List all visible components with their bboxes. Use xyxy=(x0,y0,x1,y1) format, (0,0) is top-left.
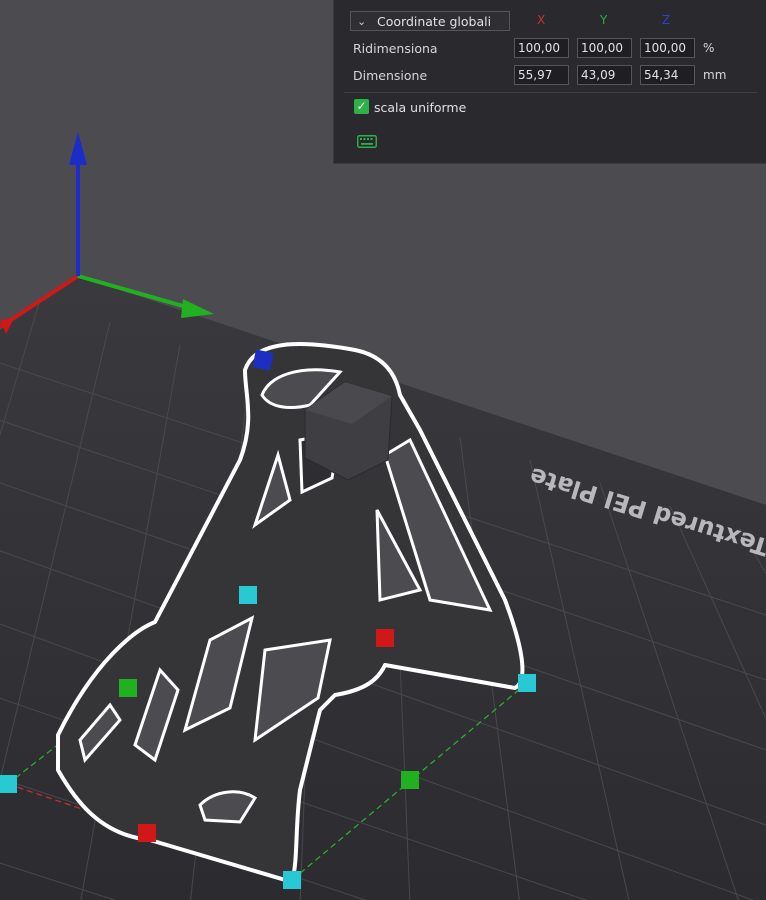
axis-header-z: Z xyxy=(662,13,671,27)
scale-handle-corner[interactable] xyxy=(0,775,17,793)
size-z-input[interactable]: 54,34 xyxy=(640,65,695,85)
chevron-down-icon: ⌄ xyxy=(357,14,367,28)
scale-handle-corner[interactable] xyxy=(239,586,257,604)
size-x-input[interactable]: 55,97 xyxy=(514,65,569,85)
axis-header-y: Y xyxy=(600,13,608,27)
scale-row-label: Ridimensiona xyxy=(353,41,438,56)
size-row-label: Dimensione xyxy=(353,68,428,83)
scale-handle-x[interactable] xyxy=(138,824,156,842)
scale-unit: % xyxy=(703,41,715,55)
size-unit: mm xyxy=(703,68,727,82)
uniform-scale-checkbox[interactable]: ✓ xyxy=(354,99,369,114)
scale-handle-z[interactable] xyxy=(252,349,274,371)
scale-handle-y[interactable] xyxy=(401,771,419,789)
axis-header-x: X xyxy=(537,13,546,27)
scale-x-input[interactable]: 100,00 xyxy=(514,38,569,58)
size-y-input[interactable]: 43,09 xyxy=(577,65,632,85)
coordinate-system-label: Coordinate globali xyxy=(377,13,492,29)
uniform-scale-label: scala uniforme xyxy=(374,100,467,115)
keyboard-icon[interactable] xyxy=(357,135,377,148)
scale-y-input[interactable]: 100,00 xyxy=(577,38,632,58)
coordinate-system-dropdown[interactable]: ⌄ Coordinate globali xyxy=(350,11,510,31)
scale-handle-y[interactable] xyxy=(119,679,137,697)
scale-handle-x[interactable] xyxy=(376,629,394,647)
scale-handle-corner[interactable] xyxy=(283,871,301,889)
scale-z-input[interactable]: 100,00 xyxy=(640,38,695,58)
scale-handle-corner[interactable] xyxy=(518,674,536,692)
panel-divider xyxy=(344,92,757,93)
scale-tool-panel: ⌄ Coordinate globali X Y Z Ridimensiona … xyxy=(333,0,766,164)
